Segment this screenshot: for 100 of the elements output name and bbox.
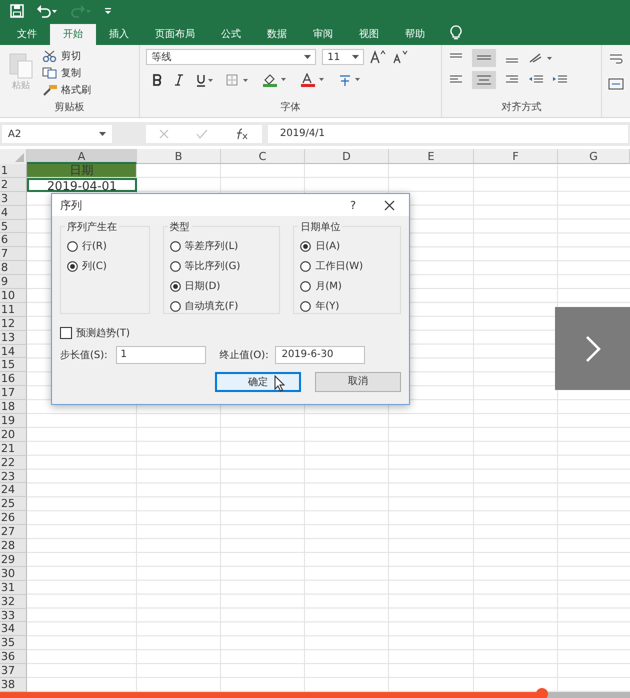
radio-button[interactable]	[300, 300, 312, 312]
function-icon[interactable]	[234, 128, 249, 140]
row-header[interactable]: 15	[0, 358, 27, 372]
ribbon-tab[interactable]: 数据	[254, 24, 300, 45]
row-header[interactable]: 18	[0, 400, 27, 414]
phonetic-icon[interactable]	[338, 73, 362, 87]
grow-font-icon[interactable]	[370, 50, 386, 64]
radio-option[interactable]: 日期(D)	[170, 279, 276, 293]
radio-option[interactable]: 自动填充(F)	[170, 299, 276, 313]
align-center-icon[interactable]	[472, 71, 496, 89]
font-size-field[interactable]: 11	[322, 49, 364, 65]
radio-option[interactable]: 年(Y)	[300, 299, 396, 313]
row-header[interactable]: 29	[0, 552, 27, 567]
row-header[interactable]: 23	[0, 470, 27, 484]
radio-button[interactable]	[67, 240, 78, 252]
shrink-font-icon[interactable]	[392, 50, 408, 64]
underline-icon[interactable]	[196, 74, 214, 86]
row-header[interactable]: 33	[0, 608, 27, 622]
row-header[interactable]: 16	[0, 372, 27, 386]
cut-button[interactable]: 剪切	[42, 49, 91, 63]
radio-button[interactable]	[300, 240, 312, 252]
italic-icon[interactable]	[174, 74, 184, 86]
formula-field[interactable]: 2019/4/1	[268, 125, 628, 143]
caret-icon[interactable]	[99, 132, 106, 136]
bold-icon[interactable]	[152, 74, 162, 86]
row-header[interactable]: 20	[0, 428, 27, 442]
cancel-button[interactable]: 取消	[315, 372, 401, 392]
radio-option[interactable]: 月(M)	[300, 279, 396, 293]
row-header[interactable]: 17	[0, 386, 27, 400]
row-header[interactable]: 26	[0, 511, 27, 526]
name-box[interactable]: A2	[2, 125, 112, 143]
row-header[interactable]: 12	[0, 316, 27, 331]
ok-button[interactable]: 确定	[215, 372, 301, 392]
row-header[interactable]: 8	[0, 261, 27, 276]
row-header[interactable]: 32	[0, 594, 27, 608]
row-header[interactable]: 4	[0, 206, 27, 220]
save-icon[interactable]	[10, 4, 24, 18]
ribbon-tab[interactable]: 审阅	[300, 24, 346, 45]
row-header[interactable]: 24	[0, 483, 27, 498]
borders-icon[interactable]	[226, 74, 250, 86]
radio-option[interactable]: 列(C)	[67, 259, 145, 273]
merge-icon[interactable]	[608, 77, 624, 91]
help-button[interactable]: ?	[350, 198, 356, 212]
row-header[interactable]: 5	[0, 220, 27, 234]
format-painter-button[interactable]: 格式刷	[42, 83, 91, 97]
ribbon-tab[interactable]: 公式	[208, 24, 254, 45]
trend-checkbox[interactable]: 预测趋势(T)	[60, 326, 130, 340]
column-header[interactable]: A	[27, 149, 137, 164]
undo-icon[interactable]	[36, 4, 58, 18]
font-color-icon[interactable]	[300, 73, 326, 87]
row-header[interactable]: 30	[0, 566, 27, 581]
row-header[interactable]: 36	[0, 650, 27, 664]
lightbulb-icon[interactable]	[450, 25, 462, 41]
radio-button[interactable]	[170, 260, 181, 272]
row-header[interactable]: 19	[0, 414, 27, 428]
caret-icon[interactable]	[352, 55, 360, 59]
row-header[interactable]: 10	[0, 289, 27, 303]
ribbon-tab[interactable]: 视图	[346, 24, 392, 45]
row-header[interactable]: 14	[0, 344, 27, 358]
row-header[interactable]: 13	[0, 330, 27, 345]
radio-option[interactable]: 等差序列(L)	[170, 239, 276, 253]
copy-button[interactable]: 复制	[42, 66, 91, 80]
radio-option[interactable]: 工作日(W)	[300, 259, 396, 273]
row-header[interactable]: 1	[0, 164, 27, 178]
radio-button[interactable]	[300, 280, 312, 292]
row-header[interactable]: 11	[0, 302, 27, 317]
font-name-field[interactable]: 等线	[146, 49, 316, 65]
row-header[interactable]: 22	[0, 456, 27, 470]
row-header[interactable]: 34	[0, 622, 27, 636]
row-header[interactable]: 28	[0, 539, 27, 553]
stop-field[interactable]: 2019-6-30	[274, 346, 365, 364]
ribbon-tab[interactable]: 文件	[4, 24, 50, 45]
checkbox[interactable]	[60, 327, 72, 339]
radio-option[interactable]: 日(A)	[300, 239, 396, 253]
fill-color-icon[interactable]	[262, 73, 288, 87]
radio-button[interactable]	[300, 260, 312, 272]
radio-button[interactable]	[67, 260, 78, 272]
radio-button[interactable]	[170, 280, 181, 292]
row-header[interactable]: 25	[0, 497, 27, 512]
row-header[interactable]: 3	[0, 192, 27, 206]
customize-icon[interactable]	[104, 7, 112, 15]
row-header[interactable]: 21	[0, 442, 27, 456]
row-header[interactable]: 7	[0, 247, 27, 262]
row-header[interactable]: 9	[0, 275, 27, 290]
radio-button[interactable]	[170, 240, 181, 252]
row-header[interactable]: 35	[0, 636, 27, 650]
ribbon-tab[interactable]: 插入	[96, 24, 142, 45]
ribbon-tab[interactable]: 页面布局	[142, 24, 208, 45]
close-icon[interactable]	[384, 200, 395, 210]
step-field[interactable]: 1	[116, 346, 206, 364]
ribbon-tab[interactable]: 开始	[50, 24, 96, 45]
row-header[interactable]: 38	[0, 678, 27, 692]
row-header[interactable]: 27	[0, 525, 27, 540]
row-header[interactable]: 37	[0, 664, 27, 678]
chevron-right-icon[interactable]	[584, 334, 600, 362]
ribbon-tab[interactable]: 帮助	[392, 24, 438, 45]
radio-option[interactable]: 等比序列(G)	[170, 259, 276, 273]
row-header[interactable]: 6	[0, 233, 27, 248]
row-header[interactable]: 31	[0, 580, 27, 595]
radio-option[interactable]: 行(R)	[67, 239, 145, 253]
